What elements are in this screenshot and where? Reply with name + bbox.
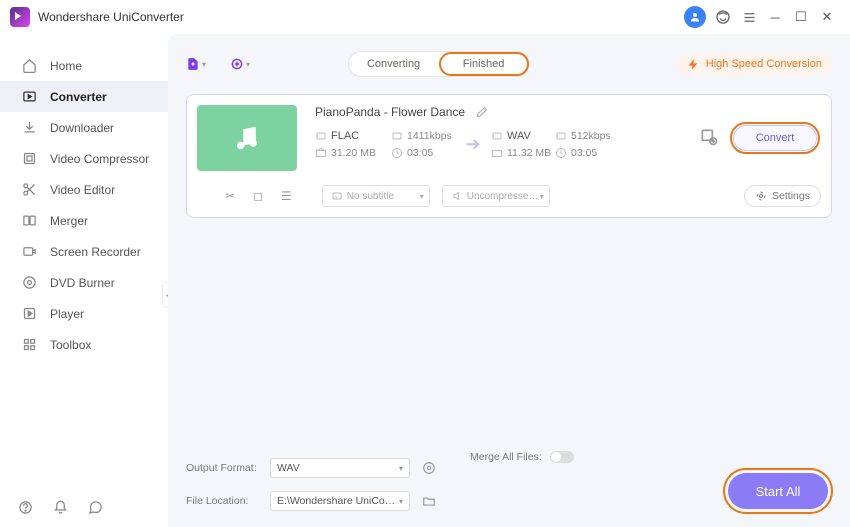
src-format: FLAC	[331, 130, 359, 142]
output-format-value: WAV	[277, 462, 300, 474]
high-speed-badge[interactable]: High Speed Conversion	[677, 54, 832, 75]
sidebar-item-label: Toolbox	[50, 338, 91, 352]
add-file-button[interactable]: ▾	[186, 53, 206, 75]
toolbar: ▾ ▾ Converting Finished High Speed Conve…	[168, 42, 850, 86]
audio-dropdown[interactable]: Uncompresse… ▾	[442, 185, 550, 207]
audio-icon	[451, 190, 463, 202]
sidebar-item-label: Downloader	[50, 121, 114, 135]
close-button[interactable]: ✕	[814, 4, 840, 30]
file-location-value: E:\Wondershare UniConverter	[277, 495, 399, 507]
dst-size: 11.32 MB	[507, 147, 551, 159]
download-icon	[20, 119, 38, 137]
lightning-icon	[687, 58, 700, 71]
tab-finished[interactable]: Finished	[439, 52, 529, 76]
play-icon	[20, 305, 38, 323]
toolbox-icon	[20, 336, 38, 354]
more-icon[interactable]: ☰	[281, 189, 292, 203]
file-location-label: File Location:	[186, 495, 258, 507]
output-format-label: Output Format:	[186, 462, 258, 474]
add-url-button[interactable]: ▾	[230, 53, 250, 75]
dst-bitrate: 512kbps	[571, 130, 611, 142]
support-icon[interactable]	[710, 4, 736, 30]
app-title: Wondershare UniConverter	[38, 10, 184, 24]
edit-title-icon[interactable]	[475, 106, 488, 119]
dst-format: WAV	[507, 130, 531, 142]
sidebar-item-player[interactable]: Player	[0, 298, 168, 329]
converter-icon	[20, 88, 38, 106]
scissors-icon	[20, 181, 38, 199]
bell-icon[interactable]	[53, 500, 68, 515]
subtitle-dropdown[interactable]: No subtitle ▾	[322, 185, 430, 207]
home-icon	[20, 57, 38, 75]
recorder-icon	[20, 243, 38, 261]
caret-down-icon: ▾	[202, 60, 206, 69]
caret-down-icon: ▾	[399, 464, 403, 473]
settings-label: Settings	[772, 190, 810, 202]
sidebar-item-label: Converter	[50, 90, 107, 104]
sidebar-item-downloader[interactable]: Downloader	[0, 112, 168, 143]
caret-down-icon: ▾	[420, 192, 424, 201]
src-size: 31.20 MB	[331, 147, 376, 159]
title-bar: Wondershare UniConverter ─ ☐ ✕	[0, 0, 850, 34]
maximize-button[interactable]: ☐	[788, 4, 814, 30]
sidebar-item-label: Home	[50, 59, 82, 73]
music-note-icon	[232, 123, 262, 153]
merger-icon	[20, 212, 38, 230]
feedback-icon[interactable]	[88, 500, 103, 515]
file-location-dropdown[interactable]: E:\Wondershare UniConverter ▾	[270, 491, 410, 511]
audio-value: Uncompresse…	[467, 191, 539, 202]
output-format-dropdown[interactable]: WAV ▾	[270, 458, 410, 478]
sidebar-item-label: Video Compressor	[50, 152, 149, 166]
sidebar: Home Converter Downloader Video Compress…	[0, 34, 168, 527]
compressor-icon	[20, 150, 38, 168]
sidebar-item-toolbox[interactable]: Toolbox	[0, 329, 168, 360]
sidebar-item-dvd[interactable]: DVD Burner	[0, 267, 168, 298]
caret-down-icon: ▾	[540, 192, 544, 201]
sidebar-item-label: Video Editor	[50, 183, 115, 197]
output-preset-button[interactable]	[699, 127, 721, 149]
src-duration: 03:05	[407, 147, 433, 159]
minimize-button[interactable]: ─	[762, 4, 788, 30]
sidebar-item-label: Merger	[50, 214, 88, 228]
sidebar-item-label: Player	[50, 307, 84, 321]
high-speed-label: High Speed Conversion	[706, 58, 822, 70]
sidebar-item-label: Screen Recorder	[50, 245, 141, 259]
sidebar-item-editor[interactable]: Video Editor	[0, 174, 168, 205]
app-logo	[10, 7, 30, 27]
convert-button[interactable]: Convert	[733, 125, 817, 151]
merge-label: Merge All Files:	[470, 451, 542, 463]
sidebar-item-home[interactable]: Home	[0, 50, 168, 81]
user-avatar[interactable]	[684, 6, 706, 28]
menu-icon[interactable]	[736, 4, 762, 30]
tab-converting[interactable]: Converting	[349, 52, 439, 76]
sidebar-item-recorder[interactable]: Screen Recorder	[0, 236, 168, 267]
open-folder-icon[interactable]	[422, 494, 436, 508]
sidebar-item-compressor[interactable]: Video Compressor	[0, 143, 168, 174]
dst-duration: 03:05	[571, 147, 597, 159]
gear-icon	[755, 190, 767, 202]
sidebar-item-converter[interactable]: Converter	[0, 81, 168, 112]
crop-icon[interactable]: ◻	[253, 189, 263, 203]
sidebar-item-merger[interactable]: Merger	[0, 205, 168, 236]
sidebar-item-label: DVD Burner	[50, 276, 115, 290]
src-bitrate: 1411kbps	[407, 130, 452, 142]
footer-bar: Output Format: WAV ▾ Merge All Files: Fi…	[168, 457, 850, 527]
start-all-button[interactable]: Start All	[728, 473, 828, 509]
file-title: PianoPanda - Flower Dance	[315, 105, 465, 119]
merge-toggle[interactable]	[550, 451, 574, 463]
content-area: ▾ ▾ Converting Finished High Speed Conve…	[168, 34, 850, 527]
arrow-right-icon: ➔	[455, 134, 491, 155]
help-icon[interactable]	[18, 500, 33, 515]
status-tabs: Converting Finished	[348, 51, 530, 77]
file-thumbnail[interactable]	[197, 105, 297, 171]
file-card: PianoPanda - Flower Dance FLAC 31.20 MB …	[186, 94, 832, 218]
disc-icon	[20, 274, 38, 292]
settings-button[interactable]: Settings	[744, 185, 821, 207]
output-format-settings-icon[interactable]	[422, 461, 436, 475]
trim-icon[interactable]: ✂	[225, 189, 235, 203]
subtitle-icon	[331, 190, 343, 202]
subtitle-value: No subtitle	[347, 191, 394, 202]
caret-down-icon: ▾	[399, 497, 403, 506]
caret-down-icon: ▾	[246, 60, 250, 69]
